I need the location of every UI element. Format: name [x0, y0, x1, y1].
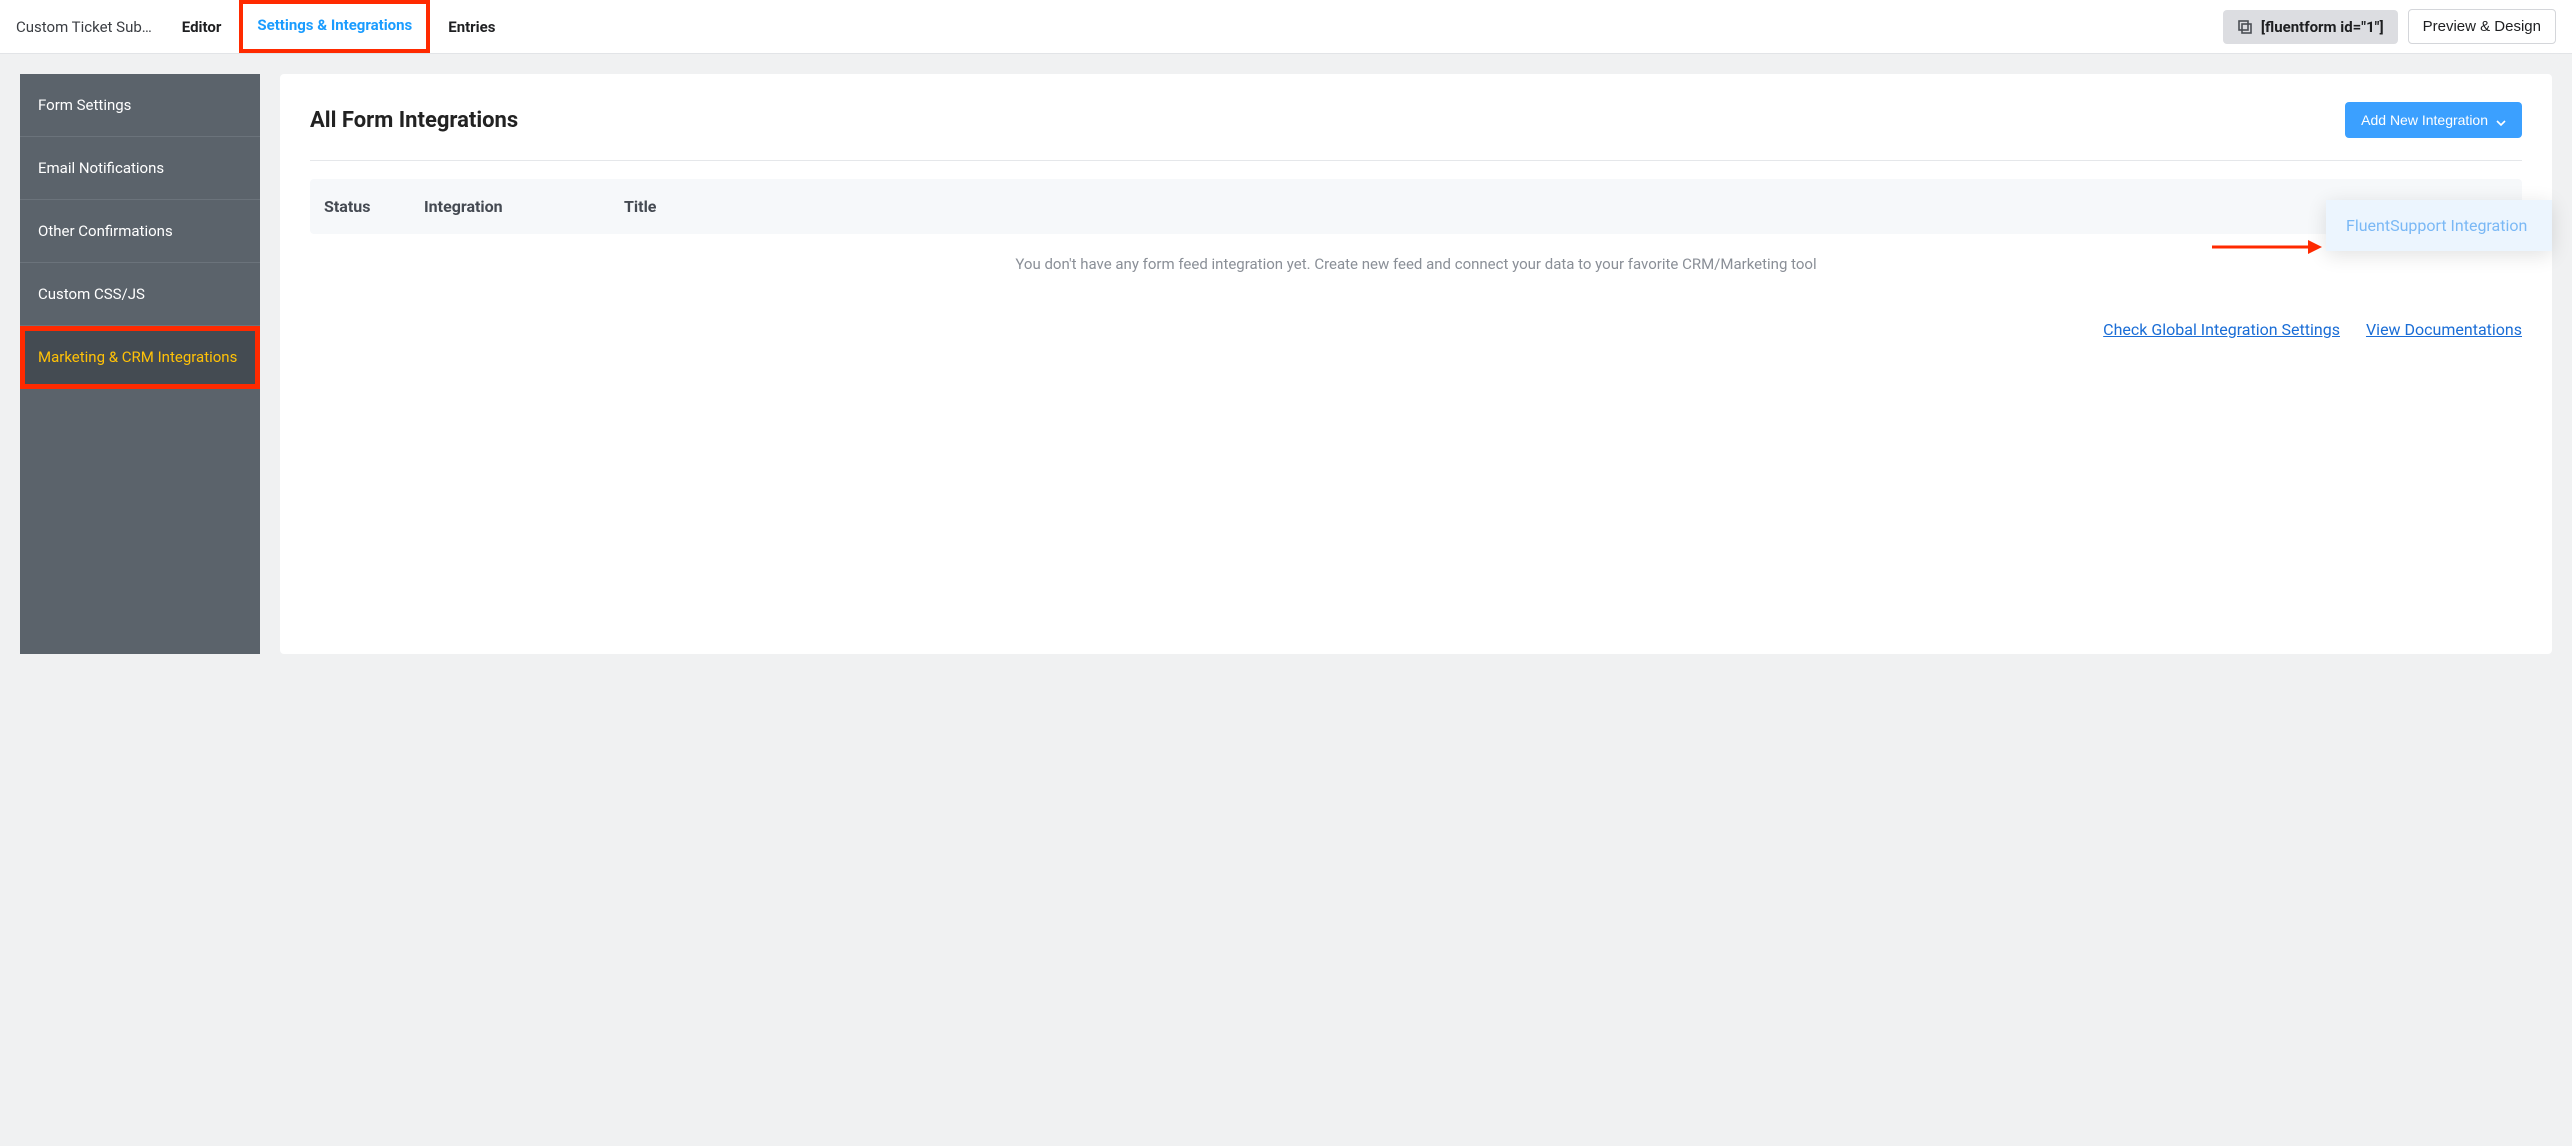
- link-global-integration-settings[interactable]: Check Global Integration Settings: [2103, 320, 2340, 339]
- chevron-down-icon: [2496, 115, 2506, 125]
- empty-state-message: You don't have any form feed integration…: [310, 252, 2522, 276]
- sidebar-item-marketing-crm-integrations[interactable]: Marketing & CRM Integrations: [20, 326, 260, 389]
- topbar-left: Custom Ticket Sub… Editor Settings & Int…: [16, 0, 513, 53]
- sidebar-item-form-settings[interactable]: Form Settings: [20, 74, 260, 137]
- add-new-integration-button[interactable]: Add New Integration: [2345, 102, 2522, 138]
- top-bar: Custom Ticket Sub… Editor Settings & Int…: [0, 0, 2572, 54]
- page-title: All Form Integrations: [310, 108, 518, 133]
- top-nav: Editor Settings & Integrations Entries: [164, 0, 514, 53]
- topbar-right: [fluentform id="1"] Preview & Design: [2223, 9, 2556, 44]
- form-name: Custom Ticket Sub…: [16, 18, 164, 36]
- column-status: Status: [324, 197, 424, 216]
- bottom-links: Check Global Integration Settings View D…: [310, 320, 2522, 339]
- sidebar-item-email-notifications[interactable]: Email Notifications: [20, 137, 260, 200]
- tab-settings-integrations[interactable]: Settings & Integrations: [239, 0, 430, 53]
- shortcode-text: [fluentform id="1"]: [2261, 18, 2384, 36]
- copy-icon: [2237, 19, 2253, 35]
- tab-entries[interactable]: Entries: [430, 0, 513, 53]
- link-view-documentations[interactable]: View Documentations: [2366, 320, 2522, 339]
- sidebar-item-other-confirmations[interactable]: Other Confirmations: [20, 200, 260, 263]
- sidebar-item-custom-css-js[interactable]: Custom CSS/JS: [20, 263, 260, 326]
- add-button-label: Add New Integration: [2361, 112, 2488, 128]
- column-integration: Integration: [424, 197, 624, 216]
- preview-design-button[interactable]: Preview & Design: [2408, 9, 2556, 44]
- layout: Form Settings Email Notifications Other …: [0, 54, 2572, 674]
- integrations-table-header: Status Integration Title: [310, 179, 2522, 234]
- main-header: All Form Integrations Add New Integratio…: [310, 102, 2522, 161]
- settings-sidebar: Form Settings Email Notifications Other …: [20, 74, 260, 654]
- add-integration-dropdown: FluentSupport Integration: [2326, 200, 2552, 251]
- dropdown-option-fluentsupport[interactable]: FluentSupport Integration: [2326, 200, 2552, 251]
- tab-editor[interactable]: Editor: [164, 0, 240, 53]
- shortcode-copy[interactable]: [fluentform id="1"]: [2223, 10, 2398, 44]
- column-title: Title: [624, 197, 2508, 216]
- main-panel: All Form Integrations Add New Integratio…: [280, 74, 2552, 654]
